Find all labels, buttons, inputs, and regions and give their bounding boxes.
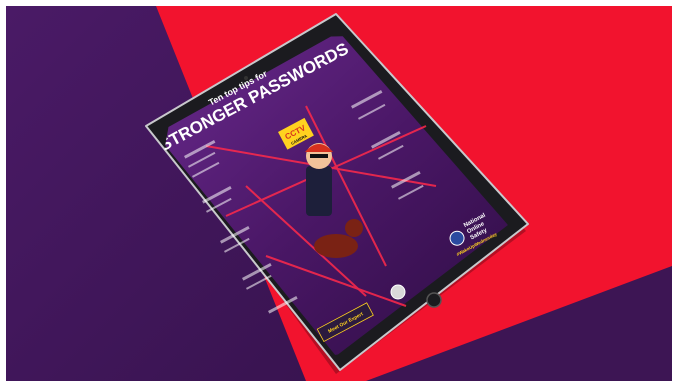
tablet-device: CCTV CAMERA Ten top tips for STRONGER PA… <box>145 13 529 374</box>
security-guard-illustration <box>305 143 333 216</box>
home-button[interactable] <box>426 292 442 308</box>
expert-avatar <box>390 284 406 300</box>
scene-background: CCTV CAMERA Ten top tips for STRONGER PA… <box>6 6 672 381</box>
tablet-screen: CCTV CAMERA Ten top tips for STRONGER PA… <box>161 36 508 356</box>
